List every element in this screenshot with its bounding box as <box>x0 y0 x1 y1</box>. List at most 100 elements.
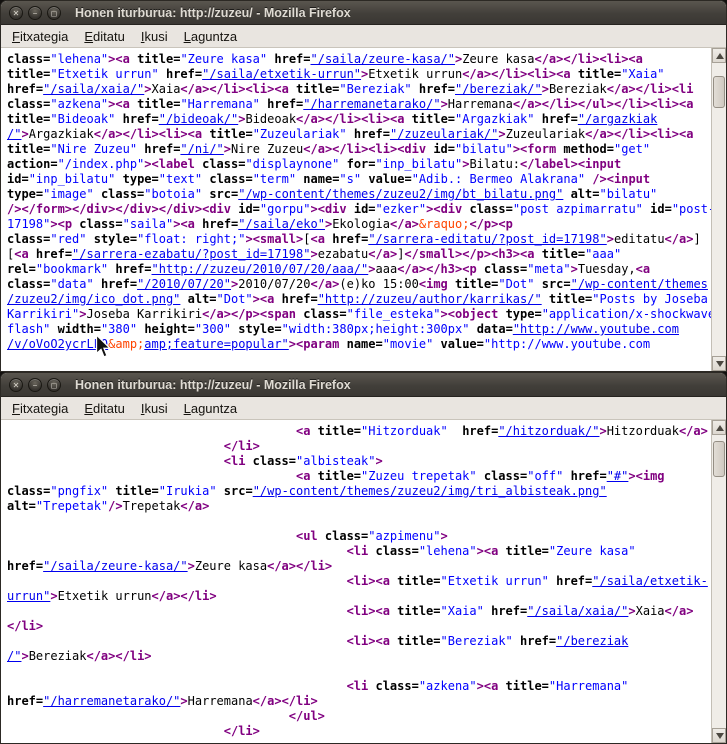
desktop: ✕ − ◻ Honen iturburua: http://zuzeu/ - M… <box>0 0 727 744</box>
syntax-tag: </a> <box>462 67 491 81</box>
menu-ikusi[interactable]: Ikusi <box>134 399 175 418</box>
source-link[interactable]: "http://zuzeu/author/karrikas/" <box>318 292 542 306</box>
vertical-scrollbar[interactable] <box>711 420 726 743</box>
source-link[interactable]: /" <box>7 649 21 663</box>
syntax-value: "pngfix" <box>50 484 108 498</box>
menu-editatu[interactable]: Editatu <box>77 399 131 418</box>
view-source-window-bottom: ✕ − ◻ Honen iturburua: http://zuzeu/ - M… <box>0 372 727 744</box>
titlebar[interactable]: ✕ − ◻ Honen iturburua: http://zuzeu/ - M… <box>1 1 726 25</box>
scroll-up-icon[interactable] <box>712 420 726 435</box>
scroll-down-icon[interactable] <box>712 728 726 743</box>
source-link[interactable]: "/bereziak/" <box>455 82 542 96</box>
syntax-text: Trepetak <box>123 499 181 513</box>
syntax-attr: href= <box>282 292 318 306</box>
source-link[interactable]: "/saila/zeure-kasa/" <box>311 52 456 66</box>
menu-laguntza[interactable]: Laguntza <box>177 27 245 46</box>
syntax-tag: > <box>50 217 57 231</box>
source-link[interactable]: "/2010/07/20" <box>137 277 231 291</box>
close-button[interactable]: ✕ <box>9 378 23 392</box>
syntax-value: "term" <box>253 172 296 186</box>
syntax-value: "Bereziak" <box>339 82 411 96</box>
source-link[interactable]: /v/oVoO2ycrLE0 <box>7 337 108 351</box>
vertical-scrollbar[interactable] <box>711 48 726 371</box>
syntax-attr: title= <box>397 574 440 588</box>
source-link[interactable]: "/hitzorduak/" <box>498 424 599 438</box>
source-line: rel="bookmark" href="http://zuzeu/2010/0… <box>7 262 711 277</box>
source-link[interactable]: "/saila/xaia/" <box>43 82 144 96</box>
syntax-attr: title= <box>506 544 549 558</box>
syntax-attr: class= <box>303 307 346 321</box>
syntax-attr: method= <box>563 142 614 156</box>
source-link[interactable]: amp;feature=popular" <box>144 337 289 351</box>
syntax-attr: href= <box>520 634 556 648</box>
syntax-tag: </li> <box>209 82 245 96</box>
syntax-value: "Etxetik urrun" <box>50 67 158 81</box>
syntax-value: "inp_bilatu" <box>29 172 116 186</box>
source-link[interactable]: "/sarrera-editatu/?post_id=17198" <box>368 232 606 246</box>
source-link[interactable]: "/argazkiak <box>578 112 657 126</box>
source-link[interactable]: "/zuzeulariak/" <box>390 127 498 141</box>
menu-fitxategia[interactable]: Fitxategia <box>5 399 75 418</box>
syntax-text: Nire Zuzeu <box>231 142 303 156</box>
menu-ikusi[interactable]: Ikusi <box>134 27 175 46</box>
scroll-up-icon[interactable] <box>712 48 726 63</box>
titlebar[interactable]: ✕ − ◻ Honen iturburua: http://zuzeu/ - M… <box>1 373 726 397</box>
source-line: <li><a title="Xaia" href="/saila/xaia/">… <box>7 604 711 619</box>
source-link[interactable]: "/wp-content/themes <box>571 277 708 291</box>
source-link[interactable]: "#" <box>607 469 629 483</box>
source-link[interactable]: "/ni/" <box>180 142 223 156</box>
maximize-button[interactable]: ◻ <box>47 378 61 392</box>
syntax-tag: <a <box>188 127 210 141</box>
syntax-attr: href= <box>274 52 310 66</box>
source-code[interactable]: <a title="Hitzorduak" href="/hitzorduak/… <box>1 420 711 743</box>
source-link[interactable]: "/wp-content/themes/zuzeu2/img/tri_albis… <box>253 484 607 498</box>
syntax-tag: <li> <box>650 97 679 111</box>
syntax-tag: </li> <box>325 112 361 126</box>
syntax-tag <box>542 292 549 306</box>
source-link[interactable]: "http://www.youtube.com <box>513 322 679 336</box>
source-link[interactable]: "http://zuzeu/2010/07/20/aaa/" <box>152 262 369 276</box>
source-link[interactable]: /zuzeu2/img/ico_dot.png" <box>7 292 180 306</box>
syntax-tag: </a> <box>180 499 209 513</box>
source-link[interactable]: "/saila/etxetik- <box>592 574 708 588</box>
syntax-text: Argazkiak <box>29 127 94 141</box>
source-link[interactable]: "/saila/eko" <box>238 217 325 231</box>
syntax-attr: href= <box>101 277 137 291</box>
source-link[interactable]: urrun" <box>7 589 50 603</box>
menu-fitxategia[interactable]: Fitxategia <box>5 27 75 46</box>
syntax-value: "Harremana" <box>549 679 628 693</box>
source-view: <a title="Hitzorduak" href="/hitzorduak/… <box>1 420 726 743</box>
syntax-value: "Bideoak" <box>50 112 115 126</box>
scrollbar-thumb[interactable] <box>713 441 725 477</box>
source-link[interactable]: "/wp-content/themes/zuzeu2/img/bt_bilatu… <box>238 187 563 201</box>
syntax-tag: <ul <box>296 529 325 543</box>
source-link[interactable]: "/bideoak/" <box>159 112 238 126</box>
syntax-attr: name= <box>347 337 383 351</box>
maximize-button[interactable]: ◻ <box>47 6 61 20</box>
source-link[interactable]: "/harremanetarako/" <box>303 97 440 111</box>
minimize-button[interactable]: − <box>28 6 42 20</box>
syntax-tag <box>86 232 93 246</box>
menu-editatu[interactable]: Editatu <box>77 27 131 46</box>
source-link[interactable]: "/sarrera-ezabatu/?post_id=17198" <box>72 247 310 261</box>
syntax-value: "application/x-shockwave- <box>542 307 711 321</box>
source-link[interactable]: /" <box>7 127 21 141</box>
syntax-text <box>7 709 289 723</box>
close-button[interactable]: ✕ <box>9 6 23 20</box>
menu-laguntza[interactable]: Laguntza <box>177 399 245 418</box>
source-code[interactable]: class="lehena"><a title="Zeure kasa" hre… <box>1 48 711 371</box>
source-link[interactable]: "/harremanetarako/" <box>43 694 180 708</box>
syntax-value: "off" <box>527 469 563 483</box>
scrollbar-thumb[interactable] <box>713 76 725 108</box>
source-link[interactable]: "/saila/etxetik-urrun" <box>202 67 361 81</box>
syntax-attr: title= <box>578 67 621 81</box>
syntax-attr: href= <box>556 574 592 588</box>
scroll-down-icon[interactable] <box>712 356 726 371</box>
source-link[interactable]: "/saila/zeure-kasa/" <box>43 559 188 573</box>
syntax-attr: title= <box>318 469 361 483</box>
source-link[interactable]: "/bereziak <box>556 634 628 648</box>
syntax-text: editatu <box>614 232 665 246</box>
source-link[interactable]: "/saila/xaia/" <box>527 604 628 618</box>
source-line: <li class="lehena"><a title="Zeure kasa" <box>7 544 711 559</box>
minimize-button[interactable]: − <box>28 378 42 392</box>
